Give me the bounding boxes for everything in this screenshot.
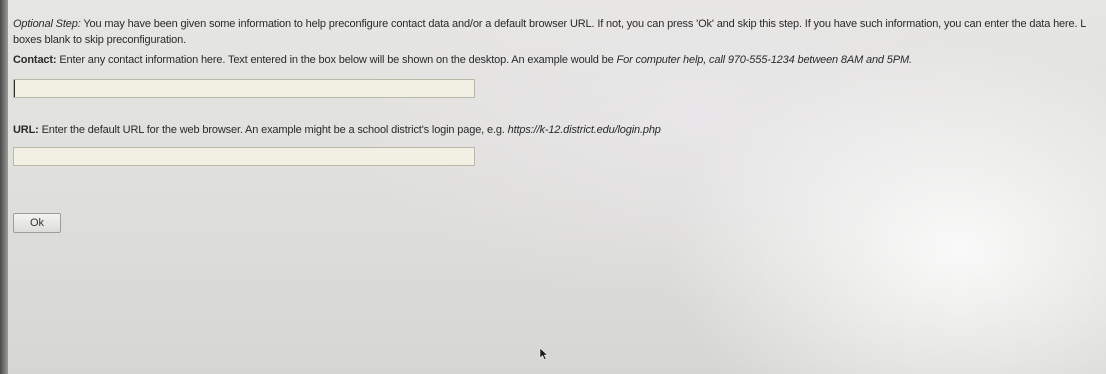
url-description: Enter the default URL for the web browse… — [38, 124, 508, 136]
contact-label: Contact: — [13, 54, 57, 66]
preconfigure-form: Optional Step: You may have been given s… — [13, 16, 1106, 233]
url-label: URL: — [13, 124, 39, 136]
ok-button[interactable]: Ok — [13, 213, 61, 233]
url-example: https://k-12.district.edu/login.php — [507, 124, 661, 136]
url-input[interactable] — [13, 147, 475, 166]
mouse-pointer-icon — [539, 347, 549, 360]
url-instructions: URL: Enter the default URL for the web b… — [13, 122, 1106, 138]
contact-example: For computer help, call 970-555-1234 bet… — [616, 54, 913, 66]
intro-line-2: boxes blank to skip preconfiguration. — [13, 34, 187, 46]
monitor-bezel — [0, 0, 8, 374]
contact-input[interactable] — [13, 79, 475, 98]
contact-instructions: Contact: Enter any contact information h… — [13, 52, 1106, 68]
intro-text: You may have been given some information… — [80, 18, 1087, 30]
intro-line-1: Optional Step: You may have been given s… — [13, 16, 1106, 32]
contact-description: Enter any contact information here. Text… — [56, 54, 617, 66]
screen: Optional Step: You may have been given s… — [0, 0, 1106, 374]
optional-step-label: Optional Step: — [13, 18, 81, 30]
